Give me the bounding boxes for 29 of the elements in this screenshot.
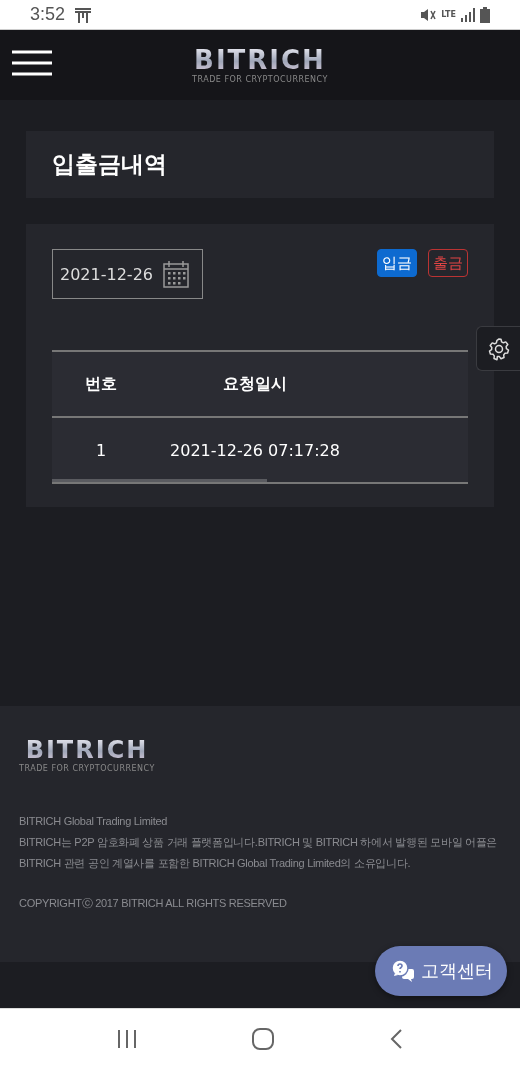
settings-button[interactable]	[476, 326, 520, 371]
deposit-button[interactable]: 입금	[377, 249, 417, 277]
mute-icon	[420, 7, 437, 22]
scrollbar[interactable]	[52, 479, 267, 482]
battery-icon	[480, 6, 490, 23]
chat-help-icon	[391, 959, 415, 983]
company-name: BITRICH Global Trading Limited	[19, 814, 169, 829]
network-type: LTE	[441, 10, 456, 19]
table-cell-text: 2021-12-26 07:17:28	[169, 440, 341, 460]
logo-tagline: TRADE FOR CRYPTOCURRENCY	[19, 765, 155, 773]
signal-icon	[461, 7, 475, 22]
page-title: 입출금내역	[52, 150, 167, 179]
column-header: 번호	[84, 373, 118, 395]
logo-tagline: TRADE FOR CRYPTOCURRENCY	[192, 75, 328, 84]
clock: 3:52	[30, 4, 66, 25]
date-value: 2021-12-26	[60, 264, 153, 284]
settings-icon[interactable]	[486, 336, 511, 361]
company-description: BITRICH는 P2P 암호화폐 상품 거래 플랫폼입니다.BITRICH 및 BITRICH 하에서 발행된 모바일 어플은 BITRICH 관련 공인 계열사를 포함한 BITRICH Global Trading Limited의 소유입니다.	[19, 835, 499, 871]
withdraw-button[interactable]: 출금	[428, 249, 468, 277]
recent-apps-icon[interactable]	[117, 1030, 138, 1048]
copyright: COPYRIGHTⓒ 2017 BITRICH ALL RIGHTS RESERVED	[19, 896, 288, 911]
calendar-icon[interactable]	[163, 260, 189, 288]
table-cell-text: 1	[94, 440, 108, 460]
home-icon[interactable]	[252, 1028, 274, 1050]
menu-icon[interactable]	[12, 50, 52, 76]
back-icon[interactable]	[388, 1029, 403, 1049]
support-button[interactable]: 고객센터	[375, 946, 507, 996]
column-header: 요청일시	[222, 373, 288, 395]
date-field[interactable]: 2021-12-26	[52, 249, 203, 299]
